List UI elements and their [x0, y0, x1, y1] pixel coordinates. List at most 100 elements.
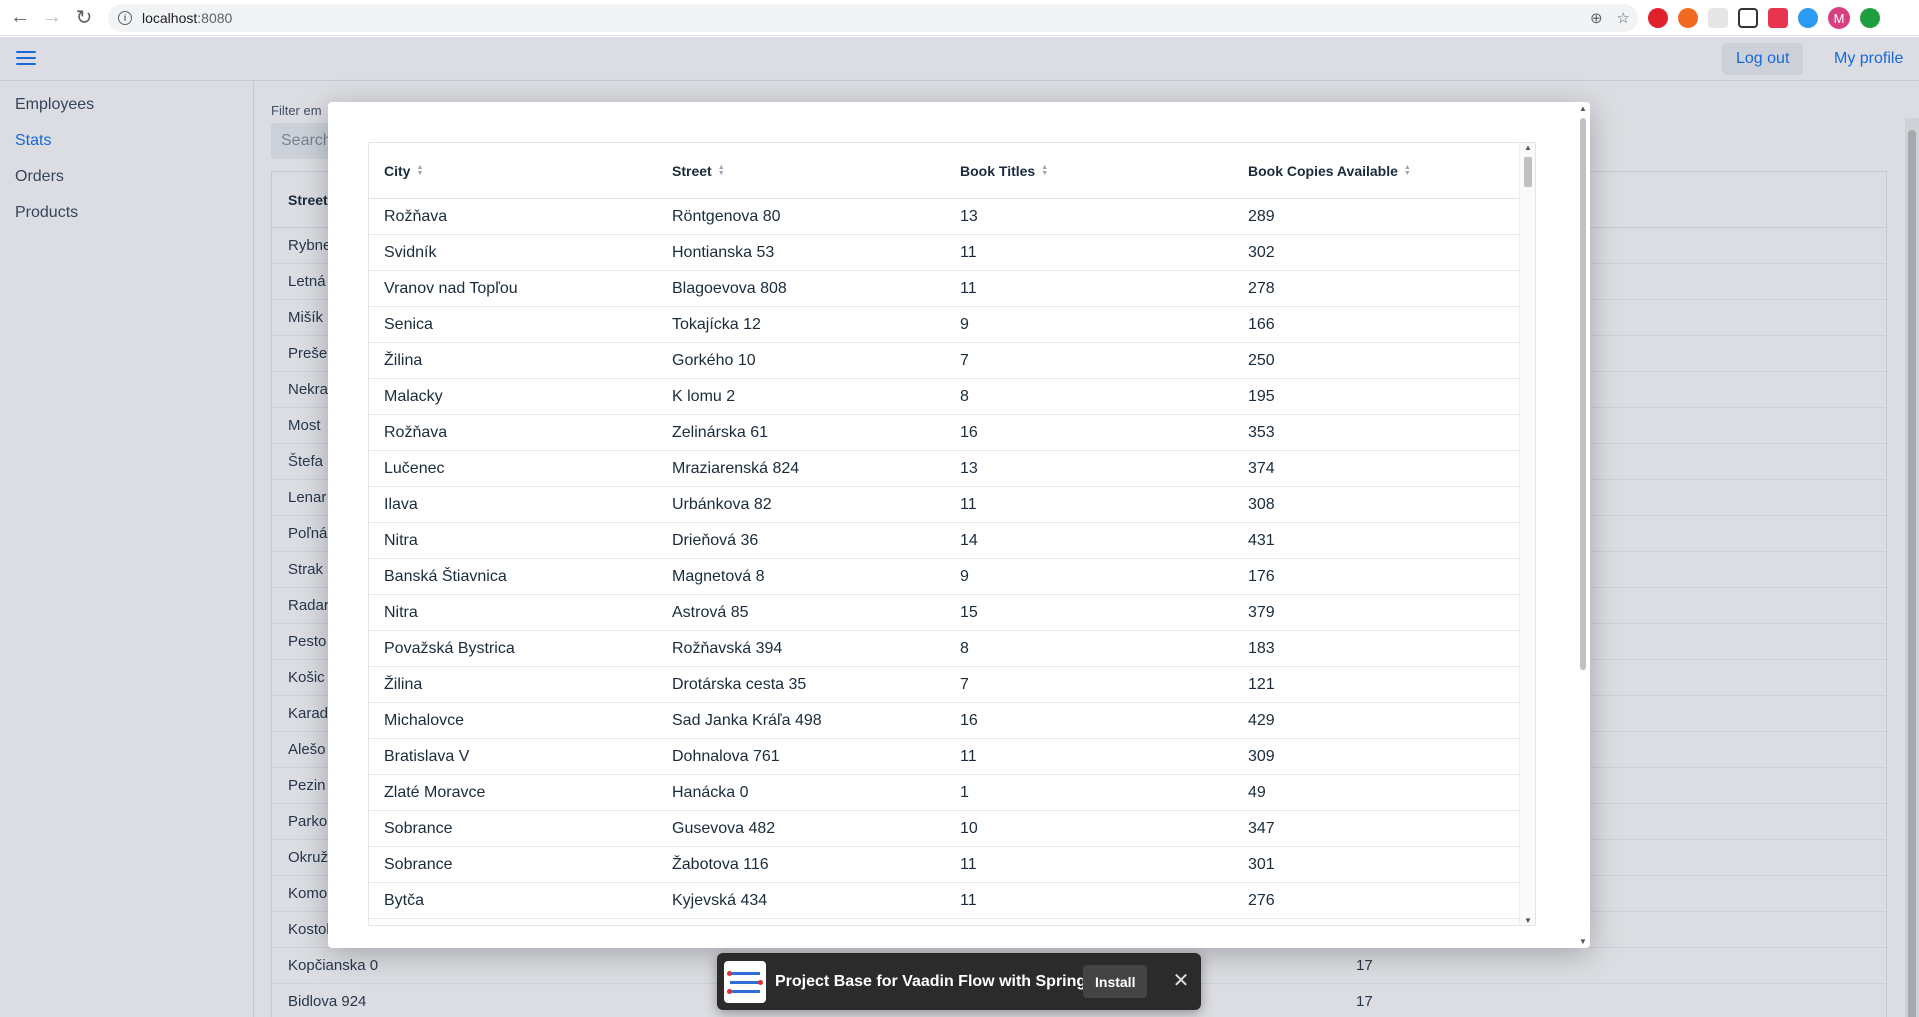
sort-icon[interactable]: ▲ ▼ [416, 164, 423, 177]
cell-street: Tokajícka 12 [672, 316, 761, 333]
bookmark-star-icon[interactable]: ☆ [1617, 9, 1630, 27]
table-row[interactable]: Zlaté Moravce Hanácka 0 1 49 [369, 775, 1519, 811]
close-icon[interactable]: ✕ [1166, 965, 1196, 995]
cell-book-copies: 347 [1248, 820, 1275, 837]
sort-icon[interactable]: ▲ ▼ [1041, 164, 1048, 177]
table-row[interactable]: Nitra Drieňová 36 14 431 [369, 523, 1519, 559]
table-row[interactable]: Považská Bystrica Rožňavská 394 8 183 [369, 631, 1519, 667]
table-row[interactable]: Banská Štiavnica Magnetová 8 9 176 [369, 559, 1519, 595]
cell-street: Astrová 85 [672, 604, 749, 621]
scroll-down-arrow-icon[interactable]: ▼ [1524, 916, 1532, 925]
cell-book-titles: 8 [960, 640, 969, 657]
scroll-up-arrow-icon[interactable]: ▲ [1579, 104, 1587, 113]
cell-street: Röntgenova 80 [672, 208, 781, 225]
cell-book-copies: 49 [1248, 784, 1266, 801]
cell-book-titles: 11 [960, 856, 977, 873]
stats-grid-body: Rožňava Röntgenova 80 13 289 Svidník Hontians… [369, 199, 1519, 925]
cell-city: Bytča [384, 892, 425, 909]
table-row[interactable]: Michalovce Sad Janka Kráľa 498 16 429 [369, 703, 1519, 739]
pwa-install-toast: Project Base for Vaadin Flow with Spring… [717, 953, 1201, 1010]
cell-city: Žilina [384, 352, 423, 369]
dialog-scrollbar[interactable]: ▲ ▼ [1576, 102, 1590, 948]
cell-book-copies: 353 [1248, 424, 1275, 441]
cell-street: K lomu 2 [672, 388, 736, 405]
zoom-icon[interactable]: ⊕ [1590, 9, 1603, 27]
cell-city: Sobrance [384, 820, 453, 837]
cell-book-copies: 379 [1248, 604, 1275, 621]
column-header-book-copies[interactable]: Book Copies Available ▲ ▼ [1248, 143, 1411, 199]
app-logo-icon [724, 960, 766, 1003]
cell-book-copies: 166 [1248, 316, 1275, 333]
reload-icon[interactable]: ↻ [68, 2, 100, 34]
back-arrow-icon[interactable]: ← [4, 2, 36, 34]
column-header-street[interactable]: Street ▲ ▼ [672, 143, 725, 199]
table-row[interactable]: Senica Tokajícka 12 9 166 [369, 307, 1519, 343]
extension-grid-icon[interactable] [1708, 8, 1728, 28]
cell-city: Senica [384, 316, 433, 333]
cell-book-titles: 7 [960, 352, 969, 369]
cell-street: Drotárska cesta 35 [672, 676, 807, 693]
url-host: localhost [142, 10, 198, 26]
cell-city: Sobrance [384, 856, 453, 873]
column-header-book-titles[interactable]: Book Titles ▲ ▼ [960, 143, 1048, 199]
table-row[interactable]: Žilina Gorkého 10 7 250 [369, 343, 1519, 379]
sort-icon[interactable]: ▲ ▼ [1404, 164, 1411, 177]
scroll-down-arrow-icon[interactable]: ▼ [1579, 937, 1587, 946]
table-row[interactable]: Bratislava V Dohnalova 761 11 309 [369, 739, 1519, 775]
cell-book-copies: 289 [1248, 208, 1275, 225]
url-port: :8080 [197, 10, 233, 26]
install-button[interactable]: Install [1083, 965, 1148, 998]
cell-street: Rožňavská 394 [672, 640, 783, 657]
cell-city: Rožňava [384, 424, 448, 441]
cell-book-copies: 429 [1248, 712, 1275, 729]
forward-arrow-icon[interactable]: → [36, 2, 68, 34]
cell-city: Lučenec [384, 460, 445, 477]
cell-city: Malacky [384, 388, 443, 405]
site-info-icon[interactable]: i [118, 11, 132, 25]
stats-dialog: City ▲ ▼ Street ▲ ▼ Book Titles ▲ ▼ Book Copie… [328, 102, 1590, 948]
cell-book-copies: 278 [1248, 280, 1275, 297]
extension-orange-icon[interactable] [1678, 8, 1698, 28]
cell-book-titles: 9 [960, 568, 969, 585]
table-row[interactable]: Lučenec Mraziarenská 824 13 374 [369, 451, 1519, 487]
table-row[interactable]: Sobrance Žabotova 116 11 301 [369, 847, 1519, 883]
table-row[interactable]: Rožňava Röntgenova 80 13 289 [369, 199, 1519, 235]
cell-book-copies: 195 [1248, 388, 1275, 405]
cell-book-copies: 121 [1248, 676, 1275, 693]
table-row[interactable]: Vranov nad Topľou Blagoevova 808 11 278 [369, 271, 1519, 307]
adblock-extension-icon[interactable] [1648, 8, 1668, 28]
cell-book-titles: 11 [960, 280, 977, 297]
table-row[interactable]: Rožňava Zelinárska 61 16 353 [369, 415, 1519, 451]
cell-book-copies: 250 [1248, 352, 1275, 369]
cell-book-copies: 302 [1248, 244, 1275, 261]
extension-eye-icon[interactable] [1798, 8, 1818, 28]
cell-book-titles: 11 [960, 748, 977, 765]
url-text: localhost:8080 [142, 10, 232, 26]
cell-city: Považská Bystrica [384, 640, 515, 657]
grid-scrollbar[interactable]: ▲ ▼ [1519, 143, 1535, 925]
profile-avatar[interactable]: M [1828, 7, 1850, 29]
cell-book-titles: 7 [960, 676, 969, 693]
table-row[interactable]: Žilina Drotárska cesta 35 7 121 [369, 667, 1519, 703]
cell-street: Gusevova 482 [672, 820, 776, 837]
table-row[interactable]: Svidník Hontianska 53 11 302 [369, 235, 1519, 271]
extension-red-icon[interactable] [1768, 8, 1788, 28]
table-row[interactable]: Malacky K lomu 2 8 195 [369, 379, 1519, 415]
cell-street: Dohnalova 761 [672, 748, 780, 765]
sort-icon[interactable]: ▲ ▼ [718, 164, 725, 177]
scroll-up-arrow-icon[interactable]: ▲ [1524, 143, 1532, 152]
cell-book-titles: 15 [960, 604, 978, 621]
table-row[interactable]: Sobrance Gusevova 482 10 347 [369, 811, 1519, 847]
table-row[interactable]: Bytča Kyjevská 434 11 276 [369, 883, 1519, 919]
cell-book-copies: 176 [1248, 568, 1275, 585]
extension-bird-icon[interactable] [1738, 8, 1758, 28]
update-arrow-icon[interactable] [1860, 8, 1880, 28]
cell-street: Kyjevská 434 [672, 892, 768, 909]
table-row[interactable]: Nitra Astrová 85 15 379 [369, 595, 1519, 631]
cell-street: Mraziarenská 824 [672, 460, 800, 477]
address-bar[interactable]: i localhost:8080 ⊕ ☆ [108, 4, 1638, 32]
cell-street: Drieňová 36 [672, 532, 759, 549]
column-header-city[interactable]: City ▲ ▼ [384, 143, 423, 199]
table-row[interactable]: Ilava Urbánkova 82 11 308 [369, 487, 1519, 523]
cell-book-titles: 8 [960, 388, 969, 405]
